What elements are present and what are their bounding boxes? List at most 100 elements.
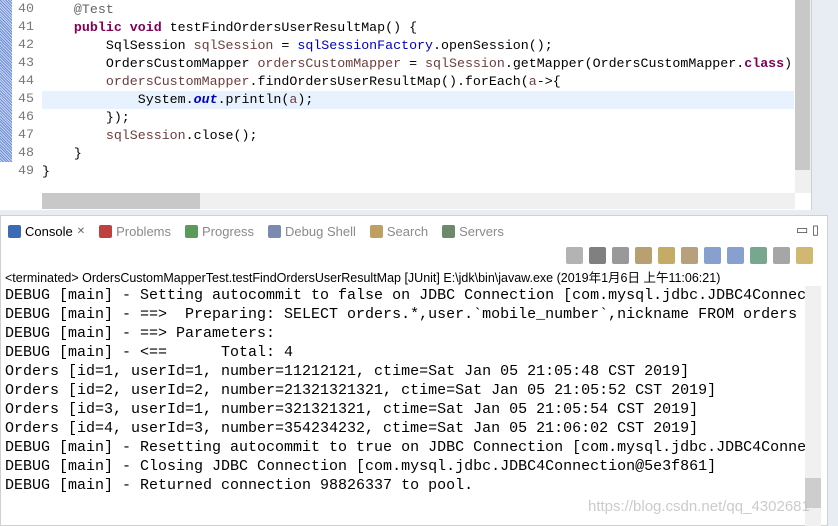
code-token: sqlSession: [425, 56, 505, 71]
code-token: ordersCustomMapper: [257, 56, 402, 71]
code-token: @Test: [73, 2, 114, 17]
code-token: .close();: [185, 128, 258, 143]
tab-label: Console: [25, 223, 73, 239]
line-number: 47: [18, 127, 34, 142]
close-tab-icon[interactable]: ✕: [77, 226, 85, 237]
code-token: .getMapper(OrdersCustomMapper.: [504, 56, 745, 71]
display-console-icon[interactable]: [773, 247, 790, 264]
console-toolbar: [566, 247, 813, 264]
tab-debug-shell[interactable]: Debug Shell: [261, 216, 363, 246]
code-token: }: [42, 146, 82, 161]
change-ruler: [0, 0, 12, 162]
line-number: 48: [18, 145, 34, 160]
code-token: sqlSession: [105, 128, 186, 143]
code-token: =: [401, 56, 426, 71]
code-line[interactable]: ordersCustomMapper.findOrdersUserResultM…: [42, 73, 561, 91]
code-token: ): [784, 56, 793, 71]
editor-horizontal-scroll-thumb[interactable]: [42, 193, 200, 209]
tab-label: Problems: [116, 223, 172, 239]
terminate-icon[interactable]: [566, 247, 583, 264]
open-console-icon[interactable]: [796, 247, 813, 264]
console-line: DEBUG [main] - Resetting autocommit to t…: [5, 439, 805, 456]
remove-launch-icon[interactable]: [589, 247, 606, 264]
console-line: DEBUG [main] - Returned connection 98826…: [5, 477, 474, 494]
code-line[interactable]: System.out.println(a);: [42, 91, 314, 109]
editor-vertical-scroll-thumb[interactable]: [795, 0, 810, 170]
show-on-stdout-icon[interactable]: [704, 247, 721, 264]
code-line[interactable]: sqlSession.close();: [42, 127, 258, 145]
tab-label: Progress: [202, 223, 255, 239]
code-line[interactable]: public void testFindOrdersUserResultMap(…: [42, 19, 417, 37]
code-token: sqlSessionFactory: [297, 38, 434, 53]
debug-shell-icon: [268, 224, 282, 238]
code-line[interactable]: @Test: [42, 1, 114, 19]
code-token: class: [744, 56, 785, 71]
code-line[interactable]: OrdersCustomMapper ordersCustomMapper = …: [42, 55, 792, 73]
console-icon: [8, 224, 21, 238]
line-number: 46: [18, 109, 34, 124]
code-token: });: [42, 110, 130, 125]
code-editor[interactable]: 40 41 42 43 44 45 46 47 48 49 @Test public void t…: [0, 0, 812, 210]
minimize-maximize-icons[interactable]: ▭ ▯: [796, 222, 819, 238]
view-tabs: Console ✕ Problems Progress Debug Shell Searc…: [1, 216, 827, 246]
code-token: =: [273, 38, 298, 53]
code-token: ->{: [536, 74, 561, 89]
tab-search[interactable]: Search: [363, 216, 435, 246]
code-token: void: [129, 20, 162, 35]
line-number: 44: [18, 73, 34, 88]
word-wrap-icon[interactable]: [681, 247, 698, 264]
code-token: System.: [42, 92, 194, 107]
tab-label: Servers: [459, 223, 504, 239]
progress-icon: [185, 224, 199, 238]
code-line[interactable]: }: [42, 145, 82, 163]
console-line: DEBUG [main] - ==> Parameters:: [5, 325, 285, 342]
servers-icon: [442, 224, 456, 238]
code-token: OrdersCustomMapper: [42, 56, 258, 71]
console-view: Console ✕ Problems Progress Debug Shell Searc…: [0, 215, 828, 526]
console-line: Orders [id=3, userId=1, number=321321321…: [5, 401, 699, 418]
code-token: }: [42, 164, 50, 179]
code-token: .findOrdersUserResultMap().forEach(: [249, 74, 529, 89]
code-token: a: [528, 74, 537, 89]
line-number: 49: [18, 163, 34, 178]
code-token: public: [73, 20, 122, 35]
console-output[interactable]: DEBUG [main] - Setting autocommit to fal…: [5, 286, 805, 495]
tab-label: Search: [386, 223, 429, 239]
tab-console[interactable]: Console ✕: [1, 216, 93, 246]
console-line: DEBUG [main] - <== Total: 4: [5, 344, 294, 361]
show-on-stderr-icon[interactable]: [727, 247, 744, 264]
watermark: https://blog.csdn.net/qq_4302681: [588, 498, 810, 515]
console-line: DEBUG [main] - Setting autocommit to fal…: [5, 287, 805, 304]
problems-icon: [99, 224, 113, 238]
line-number: 41: [18, 19, 34, 34]
search-icon: [369, 224, 383, 238]
code-line[interactable]: }: [42, 163, 50, 181]
scroll-lock-icon[interactable]: [658, 247, 675, 264]
clear-console-icon[interactable]: [635, 247, 652, 264]
tab-problems[interactable]: Problems: [92, 216, 178, 246]
code-token: testFindOrdersUserResultMap() {: [161, 20, 418, 35]
console-line: DEBUG [main] - Closing JDBC Connection […: [5, 458, 717, 475]
console-line: Orders [id=1, userId=1, number=11212121,…: [5, 363, 690, 380]
line-number: 40: [18, 1, 34, 16]
code-line[interactable]: SqlSession sqlSession = sqlSessionFactor…: [42, 37, 553, 55]
remove-all-icon[interactable]: [612, 247, 629, 264]
line-number: 45: [18, 91, 34, 106]
pin-console-icon[interactable]: [750, 247, 767, 264]
line-number: 42: [18, 37, 34, 52]
tab-progress[interactable]: Progress: [178, 216, 261, 246]
line-number: 43: [18, 55, 34, 70]
code-token: ordersCustomMapper: [105, 74, 250, 89]
code-token: SqlSession: [42, 38, 194, 53]
code-token: .println(: [217, 92, 290, 107]
console-line: Orders [id=4, userId=3, number=354234232…: [5, 420, 699, 437]
code-token: sqlSession: [193, 38, 274, 53]
code-line[interactable]: });: [42, 109, 130, 127]
console-line: Orders [id=2, userId=2, number=213213213…: [5, 382, 717, 399]
console-line: DEBUG [main] - ==> Preparing: SELECT ord…: [5, 306, 805, 323]
tab-servers[interactable]: Servers: [435, 216, 511, 246]
